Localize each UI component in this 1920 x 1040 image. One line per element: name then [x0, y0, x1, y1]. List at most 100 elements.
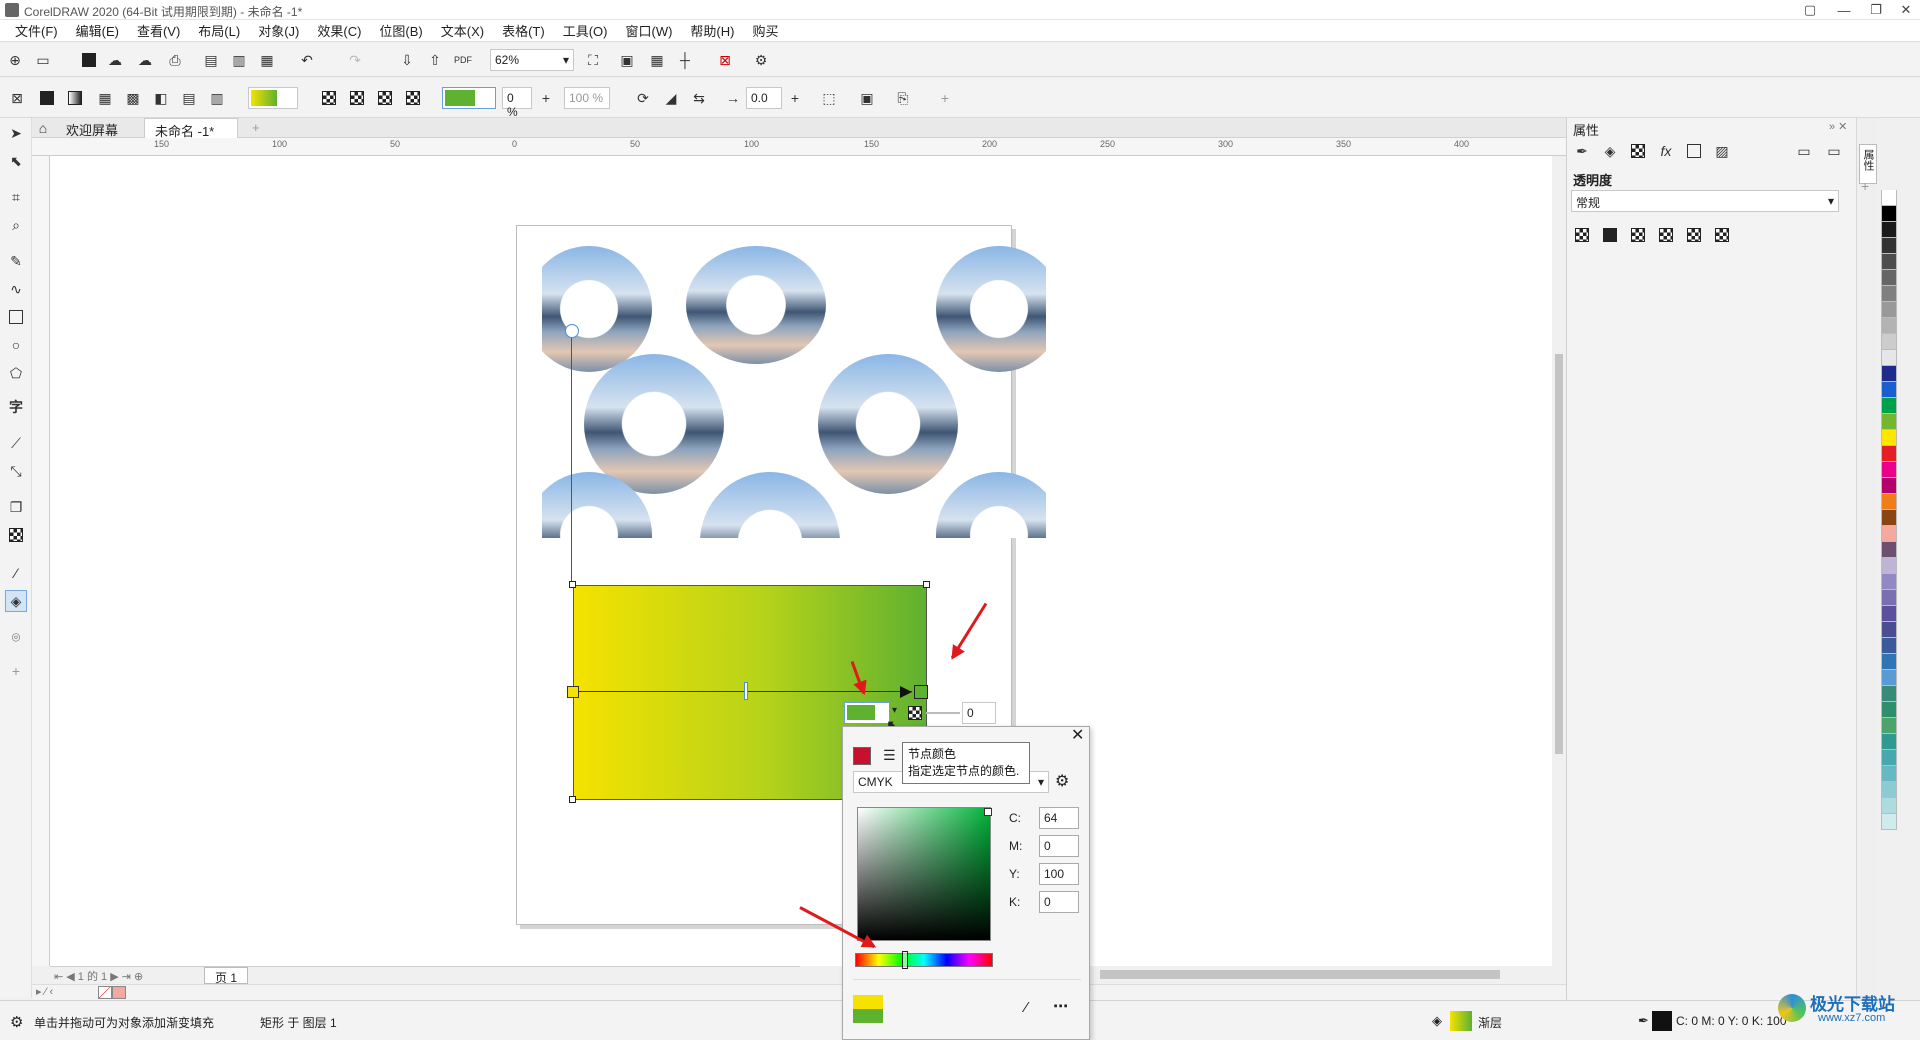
conical-gradient-icon[interactable] [374, 87, 396, 109]
magenta-input[interactable]: 0 [1039, 835, 1079, 857]
ring-image[interactable] [936, 246, 1046, 372]
plus-icon[interactable]: + [535, 87, 557, 109]
angle-field[interactable]: 0.0 [746, 87, 782, 109]
ring-image[interactable] [818, 354, 958, 494]
doc-color-swatch[interactable] [112, 986, 126, 999]
sliders-icon[interactable]: ☰ [883, 747, 896, 764]
fill-bucket-icon[interactable]: ◈ [1599, 140, 1621, 162]
zoom-page-icon[interactable]: ⛶ [582, 49, 604, 71]
palette-swatch[interactable] [1881, 350, 1897, 366]
drawing-canvas[interactable]: ▾ 0 ⬉ [50, 156, 1552, 966]
palette-swatch[interactable] [1881, 766, 1897, 782]
horizontal-scroll-thumb[interactable] [1100, 970, 1500, 979]
fountain-transparency-icon[interactable] [1627, 224, 1649, 246]
eyedropper-icon[interactable]: ⁄ [5, 562, 27, 584]
snap-off-icon[interactable]: ⊠ [714, 49, 736, 71]
pattern-transparency-icon[interactable] [1655, 224, 1677, 246]
import-icon[interactable]: ⇩ [396, 49, 418, 71]
vertical-scroll-thumb[interactable] [1555, 354, 1563, 754]
palette-swatch[interactable] [1881, 206, 1897, 222]
rectangle-tool-icon[interactable] [5, 306, 27, 328]
more-options-icon[interactable]: ⋯ [1053, 997, 1068, 1015]
panel-close-icon[interactable]: » ✕ [1829, 120, 1847, 133]
close-button[interactable]: ✕ [1892, 0, 1920, 20]
hue-slider[interactable] [855, 951, 993, 969]
sv-handle[interactable] [984, 808, 992, 816]
chevron-down-icon[interactable]: ▾ [892, 705, 897, 716]
menu-table[interactable]: 表格(T) [493, 21, 554, 40]
hue-handle[interactable] [902, 951, 908, 969]
palette-swatch[interactable] [1881, 606, 1897, 622]
linear-gradient-icon[interactable] [318, 87, 340, 109]
plus-icon[interactable]: + [784, 87, 806, 109]
end-node-handle[interactable] [914, 685, 928, 699]
picker-gear-icon[interactable]: ⚙ [1055, 771, 1069, 791]
rectangular-gradient-icon[interactable] [402, 87, 424, 109]
palette-arrow-icon[interactable]: ▸ ⁄ ‹ [36, 985, 53, 998]
reverse-icon[interactable]: ◢ [660, 87, 682, 109]
grid-icon[interactable]: ▦ [646, 49, 668, 71]
parallel-dimension-icon[interactable]: ⟋ [5, 432, 27, 454]
palette-swatch[interactable] [1881, 462, 1897, 478]
home-icon[interactable]: ⌂ [32, 117, 54, 139]
menu-effects[interactable]: 效果(C) [308, 21, 370, 40]
palette-swatch[interactable] [1881, 446, 1897, 462]
no-color-swatch[interactable] [98, 986, 112, 999]
palette-swatch[interactable] [1881, 494, 1897, 510]
midpoint-field[interactable]: 100 % [564, 87, 610, 109]
palette-swatch[interactable] [1881, 222, 1897, 238]
no-transparency-icon[interactable]: ⊠ [6, 87, 28, 109]
palette-swatch[interactable] [1881, 430, 1897, 446]
palette-swatch[interactable] [1881, 622, 1897, 638]
palette-swatch[interactable] [1881, 542, 1897, 558]
vector-pattern-icon[interactable]: ▦ [94, 87, 116, 109]
merge-mode-select[interactable]: 常规 ▾ [1571, 190, 1839, 212]
cloud-icon[interactable]: ☁ [134, 49, 156, 71]
palette-swatch[interactable] [1881, 702, 1897, 718]
add-tab-icon[interactable]: + [242, 118, 270, 138]
palette-swatch[interactable] [1881, 478, 1897, 494]
palette-swatch[interactable] [1881, 302, 1897, 318]
pdf-icon[interactable]: PDF [452, 49, 474, 71]
menu-layout[interactable]: 布局(L) [189, 21, 249, 40]
node-transparency-field[interactable]: 0 % [502, 87, 532, 119]
shape-tool-icon[interactable]: ⬉ [5, 150, 27, 172]
ring-image[interactable] [584, 354, 724, 494]
connector-tool-icon[interactable]: ⤡ [5, 460, 27, 482]
midpoint-slider[interactable] [744, 682, 748, 700]
node-color-button[interactable] [844, 702, 890, 724]
image-icon[interactable]: ▨ [1711, 140, 1733, 162]
drop-shadow-icon[interactable]: ❐ [5, 496, 27, 518]
bitmap-transparency-icon[interactable] [1711, 224, 1733, 246]
chevron-down-icon[interactable]: ▾ [1038, 775, 1044, 789]
copy-icon[interactable]: ▥ [228, 49, 250, 71]
transparency-tool-icon[interactable] [5, 524, 27, 546]
chevron-down-icon[interactable]: ▾ [1828, 194, 1834, 208]
settings-gear-icon[interactable]: ⚙ [10, 1013, 23, 1031]
new-color-swatch[interactable] [853, 1009, 883, 1023]
crop-tool-icon[interactable]: ⌗ [5, 186, 27, 208]
palette-swatch[interactable] [1881, 270, 1897, 286]
menu-buy[interactable]: 购买 [743, 21, 787, 40]
postscript-icon[interactable]: ▥ [206, 87, 228, 109]
palette-swatch[interactable] [1881, 558, 1897, 574]
menu-edit[interactable]: 编辑(E) [67, 21, 128, 40]
tab-document[interactable]: 未命名 -1* [144, 118, 238, 139]
smart-fill-icon[interactable]: ⌾ [5, 626, 27, 648]
tab-welcome[interactable]: 欢迎屏幕 [56, 118, 128, 138]
palette-swatch[interactable] [1881, 590, 1897, 606]
node-transparency-icon[interactable] [908, 706, 922, 720]
add-docker-icon[interactable]: + [1861, 178, 1869, 194]
palette-swatch[interactable] [1881, 750, 1897, 766]
no-transparency-icon[interactable] [1571, 224, 1593, 246]
fill-swatch[interactable] [1450, 1011, 1472, 1031]
menu-bitmaps[interactable]: 位图(B) [370, 21, 431, 40]
gradient-picker[interactable] [248, 87, 298, 109]
undo-icon[interactable]: ↶ [296, 49, 318, 71]
palette-swatch[interactable] [1881, 286, 1897, 302]
fountain-transparency-icon[interactable] [64, 87, 86, 109]
freehand-tool-icon[interactable]: ✎ [5, 250, 27, 272]
frame-alt-icon[interactable]: ▭ [1823, 140, 1845, 162]
palette-swatch[interactable] [1881, 686, 1897, 702]
edit-transparency-icon[interactable]: ▣ [856, 87, 878, 109]
